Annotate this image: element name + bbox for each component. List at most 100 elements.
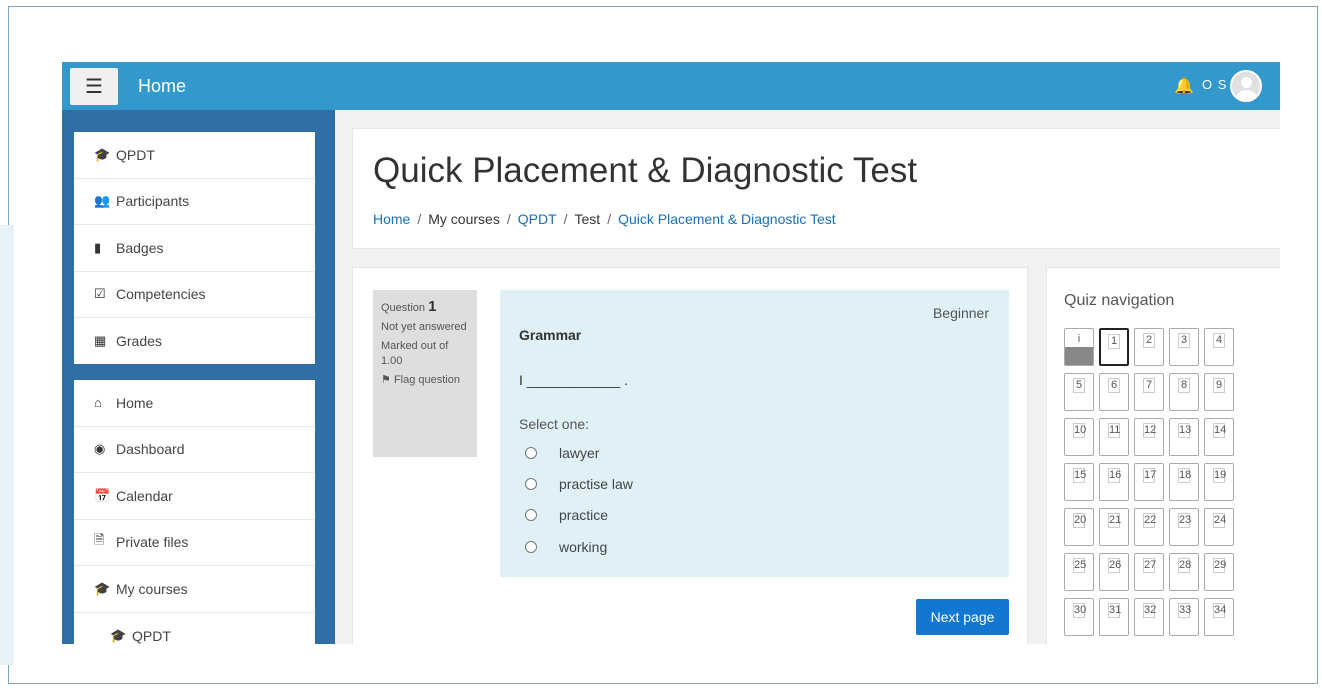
quiz-nav-question-30[interactable]: 30 bbox=[1064, 598, 1094, 636]
top-navbar: ☰ Home 🔔 O S bbox=[62, 62, 1280, 110]
question-text: I ____________ . bbox=[519, 372, 628, 388]
quiz-nav-number: 14 bbox=[1213, 423, 1227, 438]
sidebar-item-private-files[interactable]: 🗎 Private files bbox=[74, 520, 315, 566]
quiz-nav-question-8[interactable]: 8 bbox=[1169, 373, 1199, 411]
question-number: Question 1 bbox=[381, 298, 437, 315]
question-card: Question 1 Not yet answered Marked out o… bbox=[352, 267, 1028, 644]
quiz-nav-question-33[interactable]: 33 bbox=[1169, 598, 1199, 636]
quiz-nav-question-6[interactable]: 6 bbox=[1099, 373, 1129, 411]
next-page-button[interactable]: Next page bbox=[916, 599, 1009, 635]
sidebar-item-grades[interactable]: ▦ Grades bbox=[74, 318, 315, 365]
checkbox-icon: ☑ bbox=[94, 286, 106, 302]
radio-button[interactable] bbox=[525, 447, 537, 459]
option-practice[interactable]: practice bbox=[525, 507, 608, 523]
sidebar-item-label: Badges bbox=[116, 239, 164, 256]
quiz-nav-number: 8 bbox=[1178, 378, 1190, 393]
sidebar-item-my-courses[interactable]: 🎓 My courses bbox=[74, 566, 315, 613]
flag-question-link[interactable]: ⚑ Flag question bbox=[381, 373, 469, 388]
user-initials[interactable]: O S bbox=[1202, 77, 1227, 92]
quiz-nav-question-26[interactable]: 26 bbox=[1099, 553, 1129, 591]
quiz-nav-number: 23 bbox=[1178, 513, 1192, 528]
quiz-nav-question-19[interactable]: 19 bbox=[1204, 463, 1234, 501]
quiz-nav-question-9[interactable]: 9 bbox=[1204, 373, 1234, 411]
quiz-nav-question-16[interactable]: 16 bbox=[1099, 463, 1129, 501]
quiz-nav-question-20[interactable]: 20 bbox=[1064, 508, 1094, 546]
breadcrumb-home[interactable]: Home bbox=[373, 211, 410, 227]
question-status: Not yet answered bbox=[381, 321, 467, 333]
quiz-nav-number: i bbox=[1077, 333, 1081, 345]
option-practise-law[interactable]: practise law bbox=[525, 476, 633, 492]
sidebar-item-participants[interactable]: 👥 Participants bbox=[74, 179, 315, 225]
sidebar-item-badges[interactable]: ▮ Badges bbox=[74, 225, 315, 272]
sidebar-item-label: Home bbox=[116, 394, 154, 411]
breadcrumb-test[interactable]: Test bbox=[575, 211, 601, 227]
quiz-nav-question-13[interactable]: 13 bbox=[1169, 418, 1199, 456]
navbar-title[interactable]: Home bbox=[138, 76, 186, 97]
quiz-nav-number: 30 bbox=[1073, 603, 1087, 618]
sidebar-item-qpdt-course[interactable]: 🎓 QPDT bbox=[74, 613, 315, 645]
quiz-nav-question-32[interactable]: 32 bbox=[1134, 598, 1164, 636]
quiz-nav-number: 18 bbox=[1178, 468, 1192, 483]
quiz-nav-question-18[interactable]: 18 bbox=[1169, 463, 1199, 501]
radio-button[interactable] bbox=[525, 478, 537, 490]
quiz-nav-question-17[interactable]: 17 bbox=[1134, 463, 1164, 501]
quiz-nav-question-1[interactable]: 1 bbox=[1099, 328, 1129, 366]
option-lawyer[interactable]: lawyer bbox=[525, 445, 599, 461]
quiz-nav-question-21[interactable]: 21 bbox=[1099, 508, 1129, 546]
quiz-nav-question-12[interactable]: 12 bbox=[1134, 418, 1164, 456]
quiz-nav-question-24[interactable]: 24 bbox=[1204, 508, 1234, 546]
sidebar-item-home[interactable]: ⌂ Home bbox=[74, 380, 315, 427]
quiz-nav-question-5[interactable]: 5 bbox=[1064, 373, 1094, 411]
quiz-nav-number: 4 bbox=[1213, 333, 1225, 348]
sidebar-item-label: Calendar bbox=[116, 487, 173, 504]
question-level: Beginner bbox=[932, 305, 989, 321]
breadcrumb-qpdt[interactable]: QPDT bbox=[518, 211, 557, 227]
quiz-nav-question-7[interactable]: 7 bbox=[1134, 373, 1164, 411]
sidebar-item-calendar[interactable]: 📅 Calendar bbox=[74, 473, 315, 520]
quiz-nav-question-14[interactable]: 14 bbox=[1204, 418, 1234, 456]
graduation-cap-icon: 🎓 bbox=[110, 627, 127, 643]
quiz-nav-question-34[interactable]: 34 bbox=[1204, 598, 1234, 636]
quiz-nav-question-10[interactable]: 10 bbox=[1064, 418, 1094, 456]
quiz-nav-number: 13 bbox=[1178, 423, 1192, 438]
quiz-nav-number: 20 bbox=[1073, 513, 1087, 528]
quiz-nav-question-27[interactable]: 27 bbox=[1134, 553, 1164, 591]
quiz-nav-info[interactable]: i bbox=[1064, 328, 1094, 366]
quiz-nav-question-23[interactable]: 23 bbox=[1169, 508, 1199, 546]
quiz-nav-question-2[interactable]: 2 bbox=[1134, 328, 1164, 366]
quiz-nav-question-11[interactable]: 11 bbox=[1099, 418, 1129, 456]
bell-icon[interactable]: 🔔 bbox=[1174, 76, 1194, 96]
avatar[interactable] bbox=[1230, 70, 1262, 102]
breadcrumb-my-courses[interactable]: My courses bbox=[428, 211, 500, 227]
quiz-nav-number: 29 bbox=[1213, 558, 1227, 573]
radio-button[interactable] bbox=[525, 509, 537, 521]
sidebar-item-label: Grades bbox=[116, 333, 162, 350]
breadcrumb-quiz[interactable]: Quick Placement & Diagnostic Test bbox=[618, 211, 836, 227]
sidebar-item-qpdt[interactable]: 🎓 QPDT bbox=[74, 132, 315, 179]
quiz-nav-question-3[interactable]: 3 bbox=[1169, 328, 1199, 366]
quiz-nav-number: 25 bbox=[1073, 558, 1087, 573]
sidebar-site-block: ⌂ Home ◉ Dashboard 📅 Calendar 🗎 Private … bbox=[74, 380, 315, 644]
quiz-nav-question-15[interactable]: 15 bbox=[1064, 463, 1094, 501]
sidebar-item-dashboard[interactable]: ◉ Dashboard bbox=[74, 427, 315, 473]
quiz-nav-question-28[interactable]: 28 bbox=[1169, 553, 1199, 591]
quiz-nav-number: 24 bbox=[1213, 513, 1227, 528]
sidebar-item-label: QPDT bbox=[132, 627, 171, 644]
option-working[interactable]: working bbox=[525, 539, 607, 555]
quiz-nav-question-25[interactable]: 25 bbox=[1064, 553, 1094, 591]
quiz-nav-number: 22 bbox=[1143, 513, 1157, 528]
quiz-nav-question-4[interactable]: 4 bbox=[1204, 328, 1234, 366]
page-header: Quick Placement & Diagnostic Test Home / M… bbox=[352, 128, 1280, 249]
quiz-nav-question-22[interactable]: 22 bbox=[1134, 508, 1164, 546]
quiz-navigation: Quiz navigation i 1 2 3 4 5 6 7 8 9 10 11 12 13 14 15 16… bbox=[1046, 267, 1280, 644]
radio-button[interactable] bbox=[525, 541, 537, 553]
quiz-nav-number: 3 bbox=[1178, 333, 1190, 348]
quiz-nav-question-29[interactable]: 29 bbox=[1204, 553, 1234, 591]
sidebar-item-competencies[interactable]: ☑ Competencies bbox=[74, 272, 315, 318]
quiz-nav-number: 19 bbox=[1213, 468, 1227, 483]
app-window: ☰ Home 🔔 O S 🎓 QPDT 👥 Participants ▮ Bad… bbox=[62, 62, 1280, 644]
hamburger-icon[interactable]: ☰ bbox=[70, 68, 118, 105]
users-icon: 👥 bbox=[94, 193, 111, 209]
quiz-nav-question-31[interactable]: 31 bbox=[1099, 598, 1129, 636]
sidebar-course-block: 🎓 QPDT 👥 Participants ▮ Badges ☑ Compete… bbox=[74, 132, 315, 364]
